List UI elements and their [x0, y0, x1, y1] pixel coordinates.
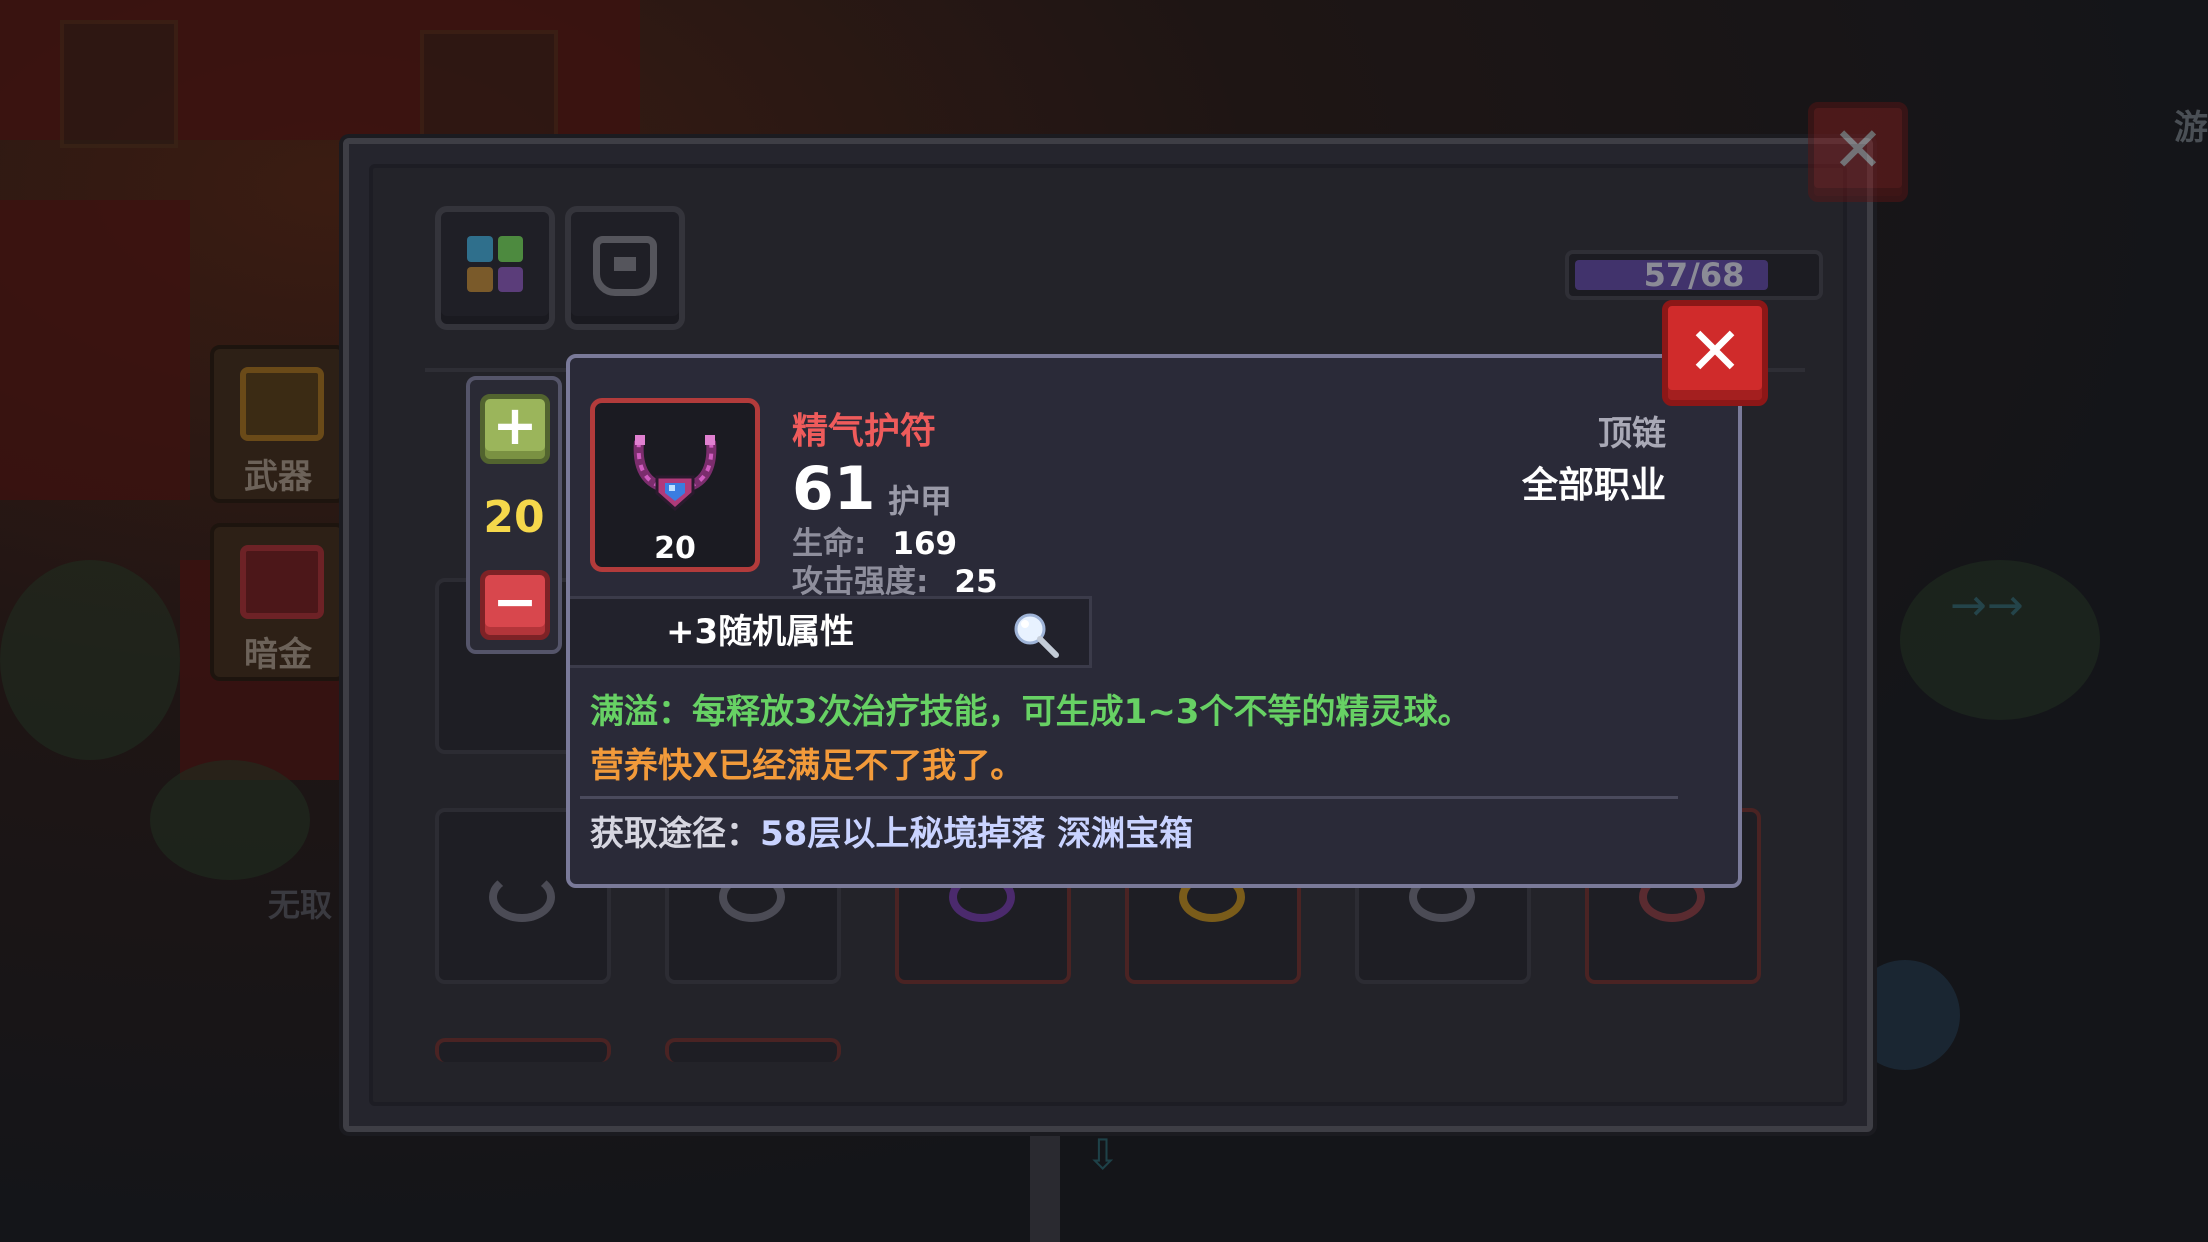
item-slot[interactable]: [665, 1038, 841, 1062]
grid-icon: [467, 236, 523, 292]
side-menu-dark-gold[interactable]: 暗金: [210, 523, 346, 681]
random-attribute-label: +3随机属性: [666, 612, 855, 652]
item-slot-type: 顶链: [1598, 414, 1666, 454]
item-flavor-text: 营养快X已经满足不了我了。: [590, 746, 1025, 786]
tab-all-items[interactable]: [435, 206, 555, 330]
stat-value: 25: [954, 564, 998, 600]
magnifier-icon[interactable]: [1010, 609, 1062, 661]
dark-gold-icon: [240, 545, 324, 619]
close-icon: ✕: [1687, 313, 1743, 390]
plus-icon: +: [492, 394, 538, 457]
close-icon: ✕: [1832, 113, 1884, 186]
armor-value: 61: [792, 454, 876, 524]
increase-button[interactable]: +: [480, 394, 550, 464]
quantity-stepper: + 20 −: [466, 376, 562, 654]
weapon-icon: [240, 367, 324, 441]
item-source-label: 获取途径：: [590, 814, 760, 854]
tooltip-divider: [580, 796, 1678, 799]
side-menu-partial-label: 无取: [268, 886, 333, 924]
tooltip-close-button[interactable]: ✕: [1662, 300, 1768, 406]
armor-label: 护甲: [888, 482, 953, 520]
item-class-restriction: 全部职业: [1521, 465, 1666, 506]
random-attribute-box[interactable]: +3随机属性: [570, 596, 1092, 668]
necklace-icon: [489, 872, 555, 922]
item-effect-text: 满溢：每释放3次治疗技能，可生成1~3个不等的精灵球。: [590, 692, 1472, 732]
item-slot[interactable]: [435, 1038, 611, 1062]
item-tooltip: 20 精气护符 61 护甲 生命: 169 攻击强度: 25 顶链 全部职业 +3随…: [566, 354, 1742, 888]
side-menu-label: 武器: [244, 457, 312, 497]
pillar: [1030, 1130, 1060, 1242]
item-level: 20: [654, 531, 696, 566]
minus-icon: −: [492, 570, 538, 633]
tab-armor[interactable]: [565, 206, 685, 330]
corner-text: 游: [2174, 108, 2208, 148]
item-name: 精气护符: [792, 411, 937, 452]
armor-icon: [593, 236, 657, 296]
necklace-icon: [633, 435, 717, 512]
side-menu-weapon[interactable]: 武器: [210, 345, 346, 503]
panel-close-button[interactable]: ✕: [1808, 102, 1908, 202]
decrease-button[interactable]: −: [480, 570, 550, 640]
stat-row-attack: 攻击强度: 25: [792, 556, 998, 601]
side-menu: 武器 暗金: [210, 345, 346, 701]
arrow-icon: →→: [1950, 580, 2024, 631]
side-menu-label: 暗金: [244, 635, 312, 675]
item-source-value: 58层以上秘境掉落 深渊宝箱: [760, 814, 1194, 854]
item-source: 获取途径：58层以上秘境掉落 深渊宝箱: [590, 806, 1193, 855]
item-icon-frame: 20: [590, 398, 760, 572]
capacity-text: 57/68: [1643, 256, 1745, 294]
capacity-bar: 57/68: [1565, 250, 1823, 300]
stat-label: 攻击强度:: [792, 564, 929, 600]
down-arrow-icon: ⇩: [1085, 1130, 1121, 1179]
quantity-value: 20: [483, 492, 545, 543]
